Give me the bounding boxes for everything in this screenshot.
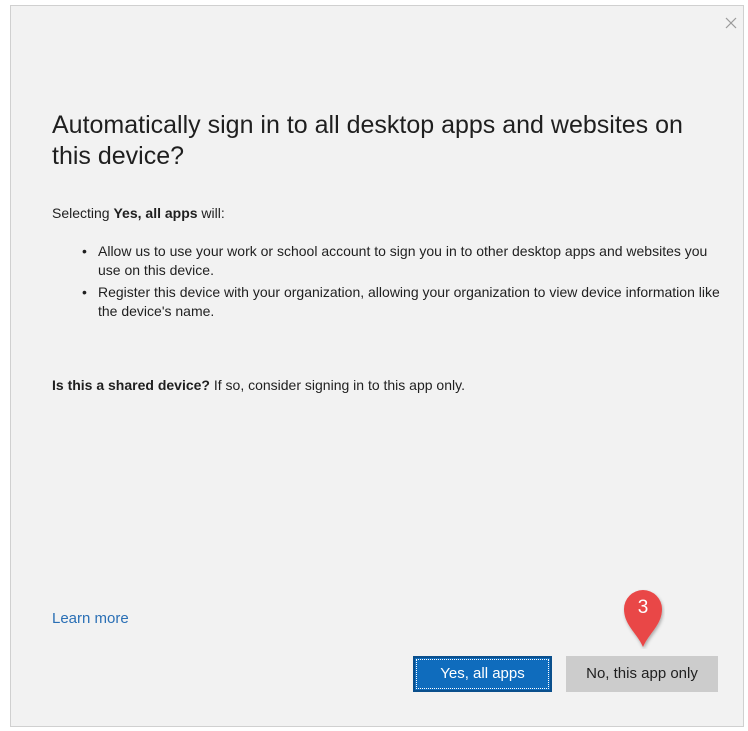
- list-item-text: Allow us to use your work or school acco…: [98, 243, 708, 278]
- info-list: • Allow us to use your work or school acc…: [52, 242, 732, 324]
- signin-dialog: Automatically sign in to all desktop app…: [10, 5, 744, 727]
- intro-prefix: Selecting: [52, 205, 114, 221]
- shared-device-text: Is this a shared device? If so, consider…: [52, 377, 465, 393]
- list-item-text: Register this device with your organizat…: [98, 284, 720, 319]
- step-marker-label: 3: [637, 597, 649, 618]
- intro-suffix: will:: [197, 205, 225, 221]
- learn-more-link[interactable]: Learn more: [52, 610, 129, 627]
- intro-bold: Yes, all apps: [113, 205, 198, 221]
- intro-text: Selecting Yes, all apps will:: [52, 205, 225, 221]
- shared-device-bold: Is this a shared device?: [52, 377, 210, 393]
- step-marker: 3: [621, 587, 665, 649]
- bullet-icon: •: [82, 243, 87, 259]
- yes-all-apps-button[interactable]: Yes, all apps: [413, 656, 552, 692]
- dialog-title: Automatically sign in to all desktop app…: [52, 111, 683, 170]
- list-item: • Allow us to use your work or school acc…: [52, 242, 732, 280]
- bullet-icon: •: [82, 284, 87, 300]
- close-icon[interactable]: [724, 16, 738, 30]
- no-this-app-only-button[interactable]: No, this app only: [566, 656, 718, 692]
- shared-device-rest: If so, consider signing in to this app o…: [209, 377, 465, 393]
- list-item: • Register this device with your organiza…: [52, 283, 732, 321]
